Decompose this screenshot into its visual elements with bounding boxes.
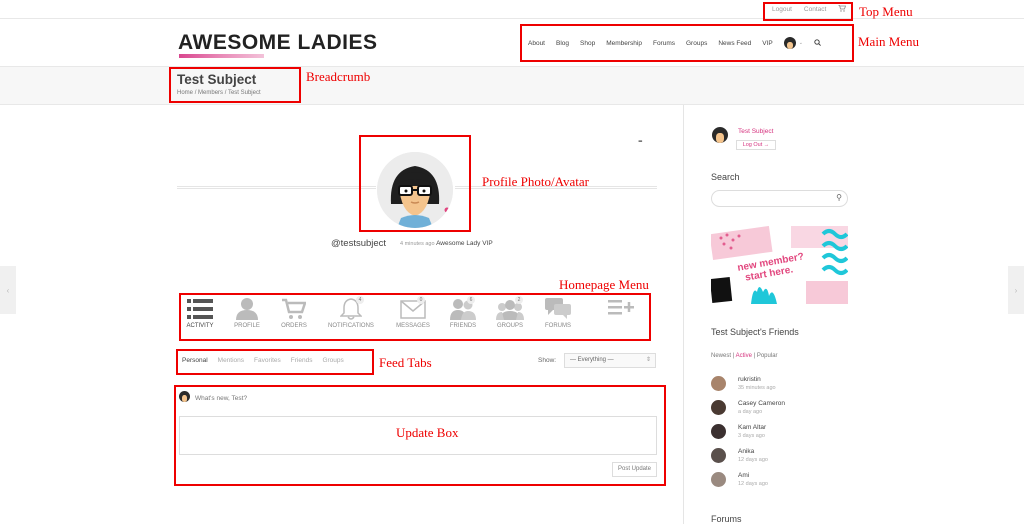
- sidebar-divider: [683, 105, 684, 524]
- friends-newest[interactable]: Newest: [711, 353, 731, 359]
- friend-time: 12 days ago: [738, 457, 768, 463]
- avatar: [711, 472, 726, 487]
- next-arrow[interactable]: ›: [1008, 266, 1024, 314]
- annotation-top-menu: Top Menu: [859, 4, 913, 19]
- forums-heading: Forums: [711, 514, 742, 524]
- profile-divider-left-2: [177, 188, 376, 189]
- annotation-box-main-menu: [520, 24, 854, 62]
- annotation-box-top-menu: [763, 2, 853, 21]
- prev-arrow[interactable]: ‹: [0, 266, 16, 314]
- avatar: [711, 448, 726, 463]
- avatar: [711, 376, 726, 391]
- collapse-toggle[interactable]: -: [638, 132, 643, 148]
- feed-filter-select[interactable]: — Everything —: [564, 353, 656, 368]
- title-band: [0, 66, 1024, 105]
- annotation-box-avatar: [359, 135, 471, 232]
- friends-filter: Newest | Active | Popular: [711, 353, 778, 359]
- friends-popular[interactable]: Popular: [757, 353, 778, 359]
- friends-heading: Test Subject's Friends: [711, 327, 799, 337]
- avatar: [711, 400, 726, 415]
- chevron-left-icon: ‹: [6, 285, 10, 295]
- annotation-box-homepage-menu: [179, 293, 651, 341]
- profile-divider-left: [177, 186, 376, 187]
- avatar: [712, 127, 728, 143]
- friend-name[interactable]: Kam Altar: [738, 424, 766, 431]
- profile-handle: @testsubject: [331, 238, 387, 249]
- search-icon[interactable]: ⚲: [836, 193, 842, 202]
- friend-name[interactable]: Ami: [738, 472, 749, 479]
- friends-active[interactable]: Active: [736, 353, 752, 359]
- new-member-banner[interactable]: new member? start here.: [711, 226, 848, 304]
- friend-time: 12 days ago: [738, 481, 768, 487]
- friend-time: a day ago: [738, 409, 763, 415]
- separator: |: [753, 353, 756, 359]
- annotation-update-box: Update Box: [396, 425, 459, 440]
- friend-name[interactable]: Anika: [738, 448, 754, 455]
- annotation-box-breadcrumb: [169, 67, 301, 103]
- site-logo[interactable]: AWESOME LADIES: [178, 31, 378, 55]
- friend-time: 35 minutes ago: [738, 385, 776, 391]
- activity-time: 4 minutes ago: [400, 241, 435, 247]
- feed-filter-label: Show:: [538, 357, 557, 364]
- annotation-feed-tabs: Feed Tabs: [379, 355, 432, 370]
- annotation-breadcrumb: Breadcrumb: [306, 69, 371, 84]
- friend-time: 3 days ago: [738, 433, 765, 439]
- separator: |: [732, 353, 735, 359]
- annotation-main-menu: Main Menu: [858, 34, 920, 49]
- member-type[interactable]: Awesome Lady VIP: [436, 240, 493, 247]
- sidebar-logout-button[interactable]: Log Out →: [736, 140, 776, 150]
- friend-name[interactable]: rukristin: [738, 376, 761, 383]
- chevron-right-icon: ›: [1014, 285, 1018, 295]
- annotation-profile-photo: Profile Photo/Avatar: [482, 174, 589, 189]
- sidebar-user-name[interactable]: Test Subject: [738, 128, 773, 135]
- sidebar-search-input[interactable]: ⚲: [711, 190, 848, 207]
- profile-meta: 4 minutes ago Awesome Lady VIP: [400, 240, 493, 247]
- search-heading: Search: [711, 172, 740, 182]
- avatar: [711, 424, 726, 439]
- friend-name[interactable]: Casey Cameron: [738, 400, 785, 407]
- annotation-homepage-menu: Homepage Menu: [559, 277, 649, 292]
- logo-underline: [179, 54, 264, 58]
- annotation-box-feed-tabs: [176, 349, 374, 375]
